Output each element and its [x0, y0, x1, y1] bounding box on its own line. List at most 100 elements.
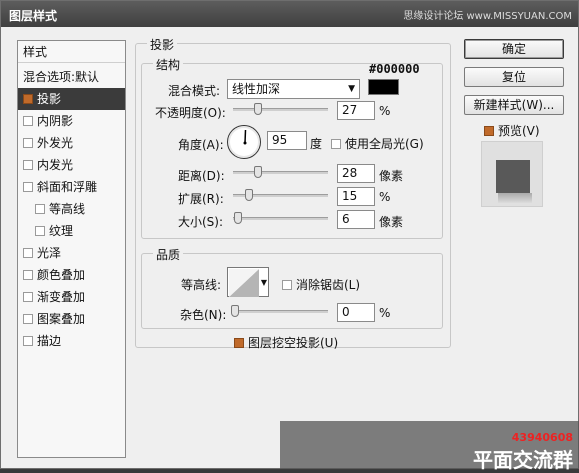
- blend-mode-value: 线性加深: [232, 82, 281, 96]
- pattern-overlay-checkbox[interactable]: [23, 314, 33, 324]
- spread-label: 扩展(R):: [178, 192, 224, 206]
- spread-slider-thumb[interactable]: [245, 189, 253, 201]
- style-item-satin[interactable]: 光泽: [18, 242, 125, 264]
- style-item-label: 等高线: [49, 202, 86, 216]
- style-item-label: 斜面和浮雕: [37, 180, 98, 194]
- size-unit: 像素: [379, 215, 404, 229]
- style-item-texture[interactable]: 纹理: [18, 220, 125, 242]
- preview-checkbox[interactable]: [484, 126, 494, 136]
- noise-unit: %: [379, 306, 391, 320]
- opacity-input[interactable]: 27: [337, 101, 375, 120]
- reset-button[interactable]: 复位: [464, 67, 564, 87]
- style-item-label: 光泽: [37, 246, 62, 260]
- contour-curve-icon: [229, 269, 259, 297]
- style-item-contour[interactable]: 等高线: [18, 198, 125, 220]
- style-item-color-overlay[interactable]: 颜色叠加: [18, 264, 125, 286]
- texture-checkbox[interactable]: [35, 226, 45, 236]
- drop-shadow-checkbox[interactable]: [23, 94, 33, 104]
- bevel-emboss-checkbox[interactable]: [23, 182, 33, 192]
- style-item-outer-glow[interactable]: 外发光: [18, 132, 125, 154]
- contour-picker[interactable]: ▼: [227, 267, 269, 297]
- noise-label: 杂色(N):: [180, 308, 227, 322]
- quality-legend: 品质: [153, 246, 184, 263]
- style-item-inner-shadow[interactable]: 内阴影: [18, 110, 125, 132]
- style-item-label: 描边: [37, 334, 62, 348]
- distance-input[interactable]: 28: [337, 164, 375, 183]
- color-overlay-checkbox[interactable]: [23, 270, 33, 280]
- style-item-drop-shadow[interactable]: 投影: [18, 88, 125, 110]
- angle-dial[interactable]: [227, 125, 261, 159]
- preview-label: 预览(V): [498, 124, 540, 138]
- style-item-label: 纹理: [49, 224, 74, 238]
- opacity-label: 不透明度(O):: [155, 106, 226, 120]
- inner-shadow-checkbox[interactable]: [23, 116, 33, 126]
- style-item-stroke[interactable]: 描边: [18, 330, 125, 352]
- style-item-label: 渐变叠加: [37, 290, 86, 304]
- style-item-label: 外发光: [37, 136, 74, 150]
- overlay-number: 43940608: [511, 431, 573, 444]
- layer-style-dialog: 图层样式 思缘设计论坛 www.MISSYUAN.COM 样式 混合选项:默认 …: [0, 0, 579, 469]
- blend-options-item[interactable]: 混合选项:默认: [18, 66, 125, 88]
- distance-label: 距离(D):: [178, 169, 225, 183]
- style-item-label: 投影: [37, 92, 62, 106]
- gradient-overlay-checkbox[interactable]: [23, 292, 33, 302]
- style-item-label: 图案叠加: [37, 312, 86, 326]
- size-slider-thumb[interactable]: [234, 212, 242, 224]
- knockout-option[interactable]: 图层挖空投影(U): [234, 334, 338, 351]
- distance-slider[interactable]: [233, 171, 328, 174]
- style-item-pattern-overlay[interactable]: 图案叠加: [18, 308, 125, 330]
- inner-glow-checkbox[interactable]: [23, 160, 33, 170]
- preview-shadow: [498, 193, 532, 203]
- chevron-down-icon: ▼: [348, 84, 355, 94]
- style-item-bevel-emboss[interactable]: 斜面和浮雕: [18, 176, 125, 198]
- spread-unit: %: [379, 190, 391, 204]
- blend-mode-select[interactable]: 线性加深 ▼: [227, 79, 360, 99]
- noise-slider[interactable]: [233, 310, 328, 313]
- opacity-slider[interactable]: [233, 108, 328, 111]
- spread-input[interactable]: 15: [337, 187, 375, 206]
- drop-shadow-legend: 投影: [147, 36, 178, 53]
- antialias-checkbox[interactable]: [282, 280, 292, 290]
- style-item-label: 内发光: [37, 158, 74, 172]
- opacity-unit: %: [379, 104, 391, 118]
- opacity-slider-thumb[interactable]: [254, 103, 262, 115]
- ok-button[interactable]: 确定: [464, 39, 564, 59]
- outer-glow-checkbox[interactable]: [23, 138, 33, 148]
- style-item-label: 颜色叠加: [37, 268, 86, 282]
- antialias-label: 消除锯齿(L): [296, 278, 361, 292]
- angle-label: 角度(A):: [178, 138, 224, 152]
- preview-option[interactable]: 预览(V): [484, 122, 540, 139]
- style-item-label: 内阴影: [37, 114, 74, 128]
- structure-legend: 结构: [153, 56, 184, 73]
- size-input[interactable]: 6: [337, 210, 375, 229]
- shadow-color-swatch[interactable]: [368, 79, 399, 95]
- noise-input[interactable]: 0: [337, 303, 375, 322]
- contour-dropdown-icon[interactable]: ▼: [261, 278, 267, 287]
- styles-header[interactable]: 样式: [18, 41, 125, 63]
- size-slider[interactable]: [233, 217, 328, 220]
- noise-slider-thumb[interactable]: [231, 305, 239, 317]
- satin-checkbox[interactable]: [23, 248, 33, 258]
- global-light-checkbox[interactable]: [331, 139, 341, 149]
- knockout-checkbox[interactable]: [234, 338, 244, 348]
- global-light-option[interactable]: 使用全局光(G): [331, 135, 424, 152]
- angle-input[interactable]: 95: [267, 131, 307, 150]
- distance-slider-thumb[interactable]: [254, 166, 262, 178]
- style-item-gradient-overlay[interactable]: 渐变叠加: [18, 286, 125, 308]
- window-title: 图层样式: [9, 9, 58, 23]
- blend-mode-label: 混合模式:: [168, 84, 221, 98]
- preview-thumbnail: [481, 141, 543, 207]
- antialias-option[interactable]: 消除锯齿(L): [282, 276, 360, 293]
- style-item-inner-glow[interactable]: 内发光: [18, 154, 125, 176]
- distance-unit: 像素: [379, 169, 404, 183]
- knockout-label: 图层挖空投影(U): [248, 336, 339, 350]
- contour-checkbox[interactable]: [35, 204, 45, 214]
- angle-unit: 度: [310, 137, 323, 151]
- color-hex-label: #000000: [369, 62, 420, 76]
- stroke-checkbox[interactable]: [23, 336, 33, 346]
- size-label: 大小(S):: [178, 215, 224, 229]
- global-light-label: 使用全局光(G): [345, 137, 424, 151]
- styles-list: 样式 混合选项:默认 投影 内阴影 外发光 内发光 斜面和浮雕 等高线 纹理 光…: [17, 40, 126, 458]
- angle-needle-icon: [243, 129, 247, 145]
- new-style-button[interactable]: 新建样式(W)...: [464, 95, 564, 115]
